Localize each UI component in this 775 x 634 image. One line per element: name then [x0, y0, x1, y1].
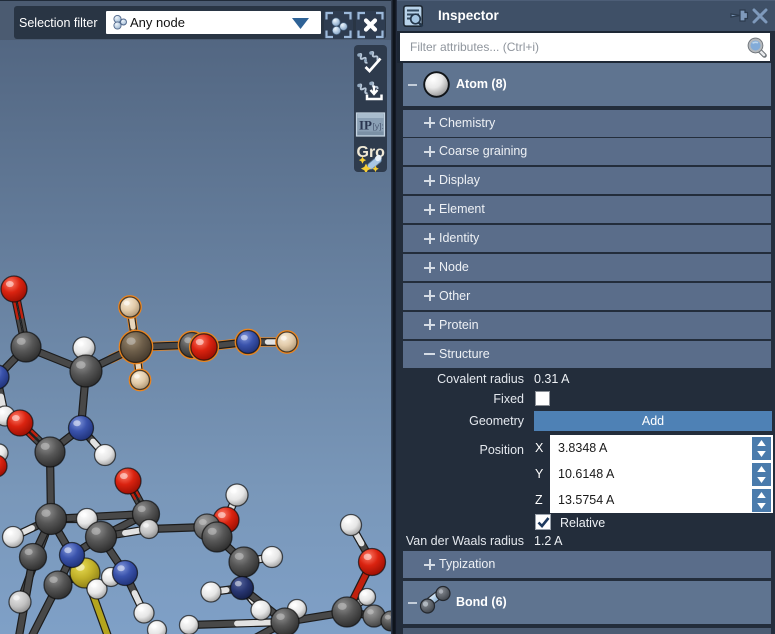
svg-text:[y]:: [y]: [373, 121, 384, 131]
svg-text:IP: IP [359, 118, 372, 133]
